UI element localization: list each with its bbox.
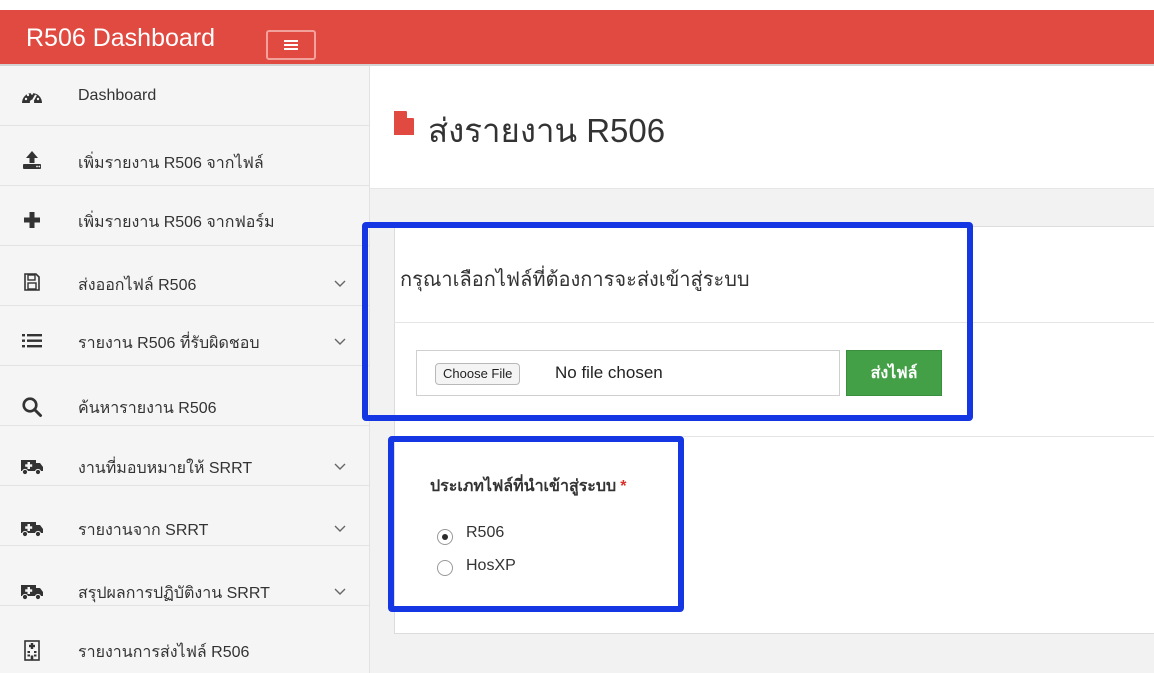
dashboard-gauge-icon <box>20 85 44 109</box>
file-icon <box>392 109 416 141</box>
hospital-building-icon <box>20 638 44 662</box>
ambulance-icon <box>20 579 44 603</box>
sidebar-item-label: Dashboard <box>78 87 157 104</box>
chevron-down-icon <box>334 338 346 345</box>
annotation-highlight-file-type <box>388 436 684 612</box>
sidebar-item-search[interactable]: ค้นหารายงาน R506 <box>0 366 369 426</box>
plus-icon <box>20 208 44 232</box>
hamburger-icon <box>284 40 298 50</box>
chevron-down-icon <box>334 463 346 470</box>
chevron-down-icon <box>334 588 346 595</box>
list-icon <box>20 329 44 353</box>
sidebar: Dashboard เพิ่มรายงาน R506 จากไฟล์ เพิ่ม… <box>0 66 370 673</box>
top-navbar: R506 Dashboard <box>0 10 1154 66</box>
sidebar-item-label: ส่งออกไฟล์ R506 <box>78 277 197 294</box>
chevron-down-icon <box>334 280 346 287</box>
sidebar-item-label: สรุปผลการปฏิบัติงาน SRRT <box>78 585 270 602</box>
save-floppy-icon <box>20 270 44 294</box>
sidebar-item-label: เพิ่มรายงาน R506 จากฟอร์ม <box>78 214 275 231</box>
search-icon <box>20 395 44 419</box>
ambulance-icon <box>20 516 44 540</box>
content-header: ส่งรายงาน R506 <box>370 66 1154 189</box>
sidebar-item-srrt-summary[interactable]: สรุปผลการปฏิบัติงาน SRRT <box>0 546 369 606</box>
sidebar-item-upload-file[interactable]: เพิ่มรายงาน R506 จากไฟล์ <box>0 126 369 186</box>
sidebar-item-responsible-reports[interactable]: รายงาน R506 ที่รับผิดชอบ <box>0 306 369 366</box>
page-title: ส่งรายงาน R506 <box>428 112 666 149</box>
sidebar-item-srrt-reports[interactable]: รายงานจาก SRRT <box>0 486 369 546</box>
sidebar-item-label: เพิ่มรายงาน R506 จากไฟล์ <box>78 155 264 172</box>
sidebar-item-add-form[interactable]: เพิ่มรายงาน R506 จากฟอร์ม <box>0 186 369 246</box>
sidebar-item-label: งานที่มอบหมายให้ SRRT <box>78 460 253 477</box>
sidebar-item-label: รายงาน R506 ที่รับผิดชอบ <box>78 335 260 352</box>
sidebar-item-label: รายงานการส่งไฟล์ R506 <box>78 644 250 661</box>
sidebar-item-upload-log[interactable]: รายงานการส่งไฟล์ R506 <box>0 606 369 666</box>
sidebar-item-srrt-assigned[interactable]: งานที่มอบหมายให้ SRRT <box>0 426 369 486</box>
chevron-down-icon <box>334 525 346 532</box>
sidebar-item-dashboard[interactable]: Dashboard <box>0 66 369 126</box>
annotation-highlight-upload <box>362 222 973 421</box>
sidebar-item-label: รายงานจาก SRRT <box>78 522 209 539</box>
top-strip <box>0 0 1154 10</box>
sidebar-item-label: ค้นหารายงาน R506 <box>78 400 217 417</box>
ambulance-icon <box>20 454 44 478</box>
sidebar-item-export-file[interactable]: ส่งออกไฟล์ R506 <box>0 246 369 306</box>
brand-title[interactable]: R506 Dashboard <box>26 24 215 53</box>
sidebar-toggle-button[interactable] <box>266 30 316 60</box>
upload-icon <box>20 148 44 172</box>
